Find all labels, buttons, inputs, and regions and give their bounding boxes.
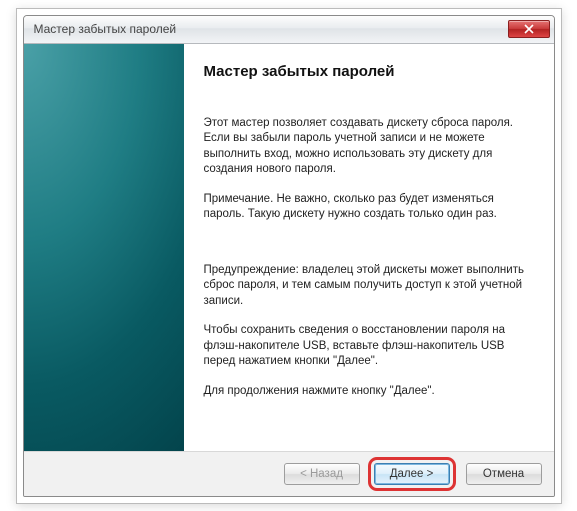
wizard-body: Мастер забытых паролей Этот мастер позво… bbox=[24, 44, 554, 452]
next-button-highlight: Далее > bbox=[368, 457, 456, 491]
wizard-content: Мастер забытых паролей Этот мастер позво… bbox=[184, 44, 554, 451]
cancel-button[interactable]: Отмена bbox=[466, 463, 542, 485]
warning-text: Предупреждение: владелец этой дискеты мо… bbox=[204, 263, 532, 310]
screenshot-frame: Мастер забытых паролей Мастер забытых па… bbox=[16, 8, 562, 504]
wizard-side-banner bbox=[24, 44, 184, 451]
close-icon bbox=[524, 24, 534, 34]
usb-text: Чтобы сохранить сведения о восстановлени… bbox=[204, 323, 532, 370]
intro-text: Этот мастер позволяет создавать дискету … bbox=[204, 116, 532, 178]
next-button[interactable]: Далее > bbox=[374, 463, 450, 485]
close-button[interactable] bbox=[508, 20, 550, 38]
continue-text: Для продолжения нажмите кнопку "Далее". bbox=[204, 384, 532, 400]
titlebar: Мастер забытых паролей bbox=[24, 16, 554, 44]
note-text: Примечание. Не важно, сколько раз будет … bbox=[204, 192, 532, 223]
back-button: < Назад bbox=[284, 463, 360, 485]
window-title: Мастер забытых паролей bbox=[34, 22, 508, 36]
page-heading: Мастер забытых паролей bbox=[204, 62, 532, 82]
wizard-window: Мастер забытых паролей Мастер забытых па… bbox=[23, 15, 555, 497]
wizard-footer: < Назад Далее > Отмена bbox=[24, 452, 554, 496]
